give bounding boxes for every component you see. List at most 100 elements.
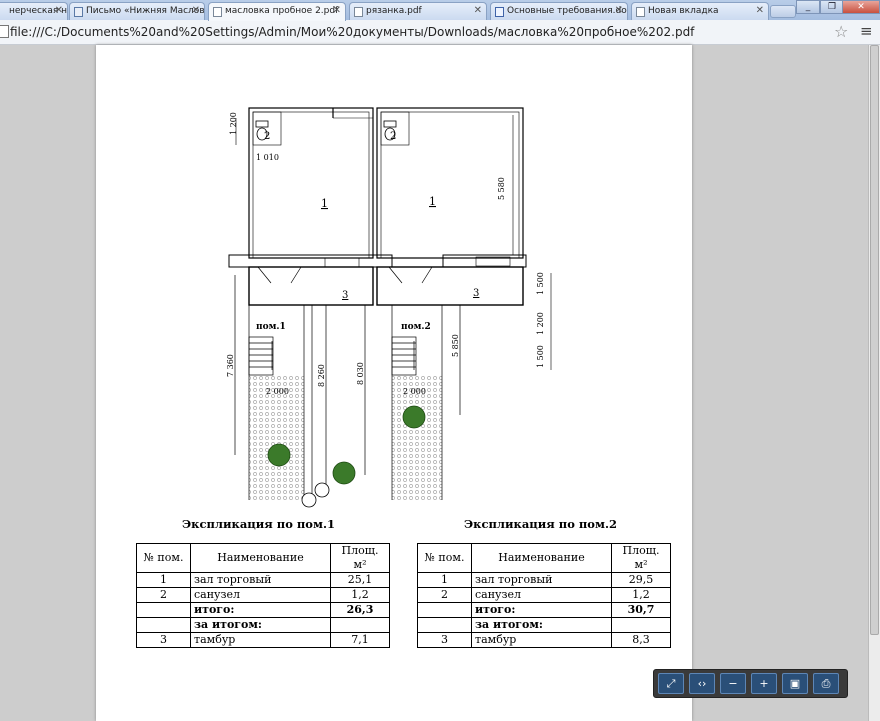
zoom-in-icon: +	[759, 677, 769, 690]
cell-number	[136, 602, 191, 618]
cell-name: тамбур	[190, 632, 331, 648]
table-header-row: № пом. Наименование Площ. м²	[417, 543, 671, 573]
page-icon	[213, 7, 222, 17]
page-icon	[636, 7, 645, 17]
maximize-button[interactable]: ❐	[820, 0, 844, 14]
print-button[interactable]: ⎙	[813, 673, 839, 694]
tab-6[interactable]: Новая вкладка ✕	[631, 2, 769, 20]
tab-5[interactable]: Основные требования.do ✕	[490, 2, 628, 20]
fit-page-button[interactable]: ⤢	[658, 673, 684, 694]
menu-icon[interactable]: ≡	[860, 22, 873, 40]
pom1-label: пом.1	[256, 322, 286, 332]
cell-number	[417, 602, 472, 618]
url-field[interactable]: file:///C:/Documents%20and%20Settings/Ad…	[10, 25, 694, 39]
toilet-icon	[255, 120, 397, 141]
room-2-label: 2	[390, 131, 396, 142]
circle-marker	[301, 482, 330, 508]
tab-label: Письмо «Нижняя Масловк	[86, 6, 205, 16]
cell-area: 1,2	[611, 587, 671, 603]
cell-area: 30,7	[611, 602, 671, 618]
stairs	[248, 336, 417, 376]
dim-1500-bot: 1 500	[536, 345, 545, 368]
table-row: 1 зал торговый 29,5	[417, 572, 671, 588]
page-icon	[354, 7, 363, 17]
col-name: Наименование	[190, 543, 331, 573]
save-button[interactable]: ▣	[782, 673, 808, 694]
close-icon[interactable]: ✕	[474, 5, 482, 16]
dim-2000-left: 2 000	[266, 387, 289, 396]
room-3-label: 3	[473, 288, 479, 299]
cell-number: 3	[136, 632, 191, 648]
tab-label: Основные требования.do	[507, 6, 627, 16]
dim-8030: 8 030	[356, 362, 365, 385]
minimize-button[interactable]: _	[796, 0, 820, 14]
fit-width-button[interactable]: ‹›	[689, 673, 715, 694]
table-row: 3 тамбур 8,3	[417, 632, 671, 648]
room-1-label: 1	[321, 197, 328, 210]
cell-number: 2	[417, 587, 472, 603]
pdf-toolbar: ⤢ ‹› − + ▣ ⎙	[653, 669, 848, 698]
storefront-band	[228, 254, 527, 306]
tab-2[interactable]: Письмо «Нижняя Масловк ✕	[69, 2, 205, 20]
pdf-page: 1 1 2 2 3 3 пом.1 пом.2 1 200 1 010 5 58…	[96, 45, 692, 721]
room-3-label: 3	[342, 290, 348, 301]
room-2-label: 2	[264, 131, 270, 142]
table-1-title: Экспликация по пом.1	[182, 517, 335, 531]
cell-name: за итогом:	[190, 617, 331, 633]
tab-label: масловка пробное 2.pdf	[225, 6, 339, 16]
cell-name: зал торговый	[190, 572, 331, 588]
close-icon[interactable]: ✕	[756, 5, 764, 16]
tab-strip: нерческая н ✕ Письмо «Нижняя Масловк ✕ м…	[0, 0, 880, 21]
dim-5850: 5 850	[451, 334, 460, 357]
explication-table-2: № пом. Наименование Площ. м² 1 зал торго…	[417, 543, 671, 648]
cell-name: санузел	[190, 587, 331, 603]
table-header-row: № пом. Наименование Площ. м²	[136, 543, 390, 573]
close-icon[interactable]: ✕	[615, 5, 623, 16]
dim-5580: 5 580	[497, 177, 506, 200]
close-icon[interactable]: ✕	[192, 5, 200, 16]
table-row: за итогом:	[417, 617, 671, 633]
save-icon: ▣	[789, 677, 801, 690]
col-name: Наименование	[471, 543, 612, 573]
col-number: № пом.	[136, 543, 191, 573]
tab-4[interactable]: рязанка.pdf ✕	[349, 2, 487, 20]
table-row: итого: 30,7	[417, 602, 671, 618]
cell-name: тамбур	[471, 632, 612, 648]
cell-number: 1	[417, 572, 472, 588]
pom2-label: пом.2	[401, 322, 431, 332]
pdf-viewer: 1 1 2 2 3 3 пом.1 пом.2 1 200 1 010 5 58…	[0, 45, 880, 721]
zoom-in-button[interactable]: +	[751, 673, 777, 694]
close-window-button[interactable]: ✕	[842, 0, 880, 14]
dim-1200-top: 1 200	[229, 112, 238, 135]
star-icon[interactable]: ☆	[834, 22, 848, 41]
col-area: Площ. м²	[611, 543, 671, 573]
cell-area	[330, 617, 390, 633]
dim-1500-top: 1 500	[536, 272, 545, 295]
close-icon[interactable]: ✕	[55, 5, 63, 16]
dim-2000-right: 2 000	[403, 387, 426, 396]
page-icon	[0, 25, 9, 38]
zoom-out-button[interactable]: −	[720, 673, 746, 694]
new-tab-button[interactable]	[770, 5, 796, 18]
fit-page-icon: ⤢	[666, 677, 676, 690]
cell-area: 26,3	[330, 602, 390, 618]
table-row: 2 санузел 1,2	[417, 587, 671, 603]
cell-area: 8,3	[611, 632, 671, 648]
col-number: № пом.	[417, 543, 472, 573]
scrollbar-thumb[interactable]	[870, 45, 879, 635]
print-icon: ⎙	[821, 677, 831, 690]
cell-area: 1,2	[330, 587, 390, 603]
table-row: 1 зал торговый 25,1	[136, 572, 390, 588]
tab-1[interactable]: нерческая н ✕	[0, 2, 68, 20]
cell-number	[136, 617, 191, 633]
cell-area: 29,5	[611, 572, 671, 588]
tab-3-active[interactable]: масловка пробное 2.pdf ✕	[208, 2, 346, 21]
vertical-scrollbar[interactable]	[868, 45, 880, 721]
cell-name: зал торговый	[471, 572, 612, 588]
cell-area: 7,1	[330, 632, 390, 648]
fit-width-icon: ‹›	[697, 677, 707, 690]
close-icon[interactable]: ✕	[333, 5, 341, 16]
cell-name: итого:	[190, 602, 331, 618]
cell-number	[417, 617, 472, 633]
tab-label: Новая вкладка	[648, 6, 719, 16]
